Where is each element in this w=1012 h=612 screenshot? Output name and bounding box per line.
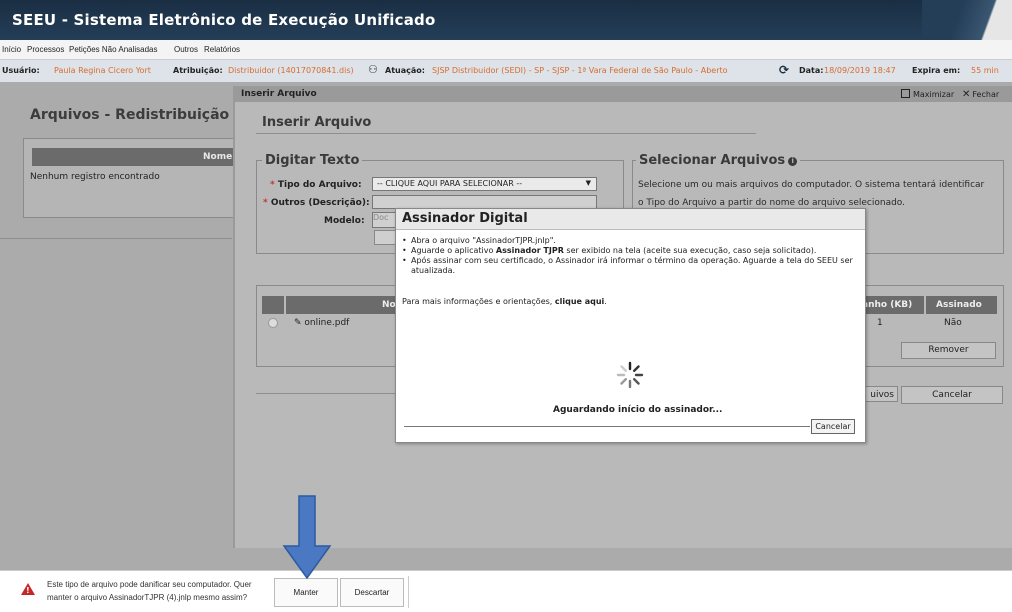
info-icon[interactable]: i (788, 157, 798, 166)
warning-mark: ! (26, 586, 30, 595)
divider (0, 238, 232, 239)
user-bar: Usuário: Paula Regina Cicero Yort Atribu… (0, 60, 1012, 82)
required-mark: * (263, 198, 268, 208)
more-info-suffix: . (604, 297, 607, 306)
assinador-cancel-button[interactable]: Cancelar (811, 419, 855, 434)
maximize-icon (901, 89, 910, 98)
instructions-list: Abra o arquivo "AssinadorTJPR.jnlp". Agu… (402, 236, 857, 276)
assinador-title: Assinador Digital (402, 211, 528, 226)
chevron-down-icon: ▼ (585, 179, 591, 187)
atribuicao-label: Atribuição: (173, 66, 223, 75)
file-assinado: Não (944, 318, 962, 328)
download-warning-text: Este tipo de arquivo pode danificar seu … (47, 580, 252, 602)
outros-label: * Outros (Descrição): (263, 198, 370, 208)
more-info-text: Para mais informações e orientações, (402, 297, 555, 306)
select-column-header (262, 296, 286, 314)
page-col-nome: Nome (203, 152, 233, 162)
divider (256, 133, 756, 134)
people-icon[interactable]: ⚇ (368, 63, 378, 76)
menu-item-inicio[interactable]: Início (2, 45, 21, 54)
required-mark: * (270, 180, 275, 190)
assinador-titlebar: Assinador Digital (396, 209, 865, 230)
tipo-arquivo-label: * Tipo do Arquivo: (270, 180, 362, 190)
menu-item-outros[interactable]: Outros (174, 45, 198, 54)
tipo-arquivo-value: -- CLIQUE AQUI PARA SELECIONAR -- (377, 179, 523, 188)
close-icon: ✕ (962, 89, 971, 100)
descartar-button[interactable]: Descartar (340, 578, 404, 607)
atuacao-value: SJSP Distribuidor (SEDI) - SP - SJSP - 1… (432, 66, 728, 75)
file-size: 1 (877, 318, 883, 328)
pencil-icon: ✎ (294, 318, 302, 328)
loading-spinner-icon (616, 361, 644, 389)
selecionar-description: Selecione um ou mais arquivos do computa… (638, 180, 985, 208)
close-button[interactable]: ✕ Fechar (962, 89, 999, 100)
modelo-label: Modelo: (324, 216, 365, 226)
column-separator (924, 296, 926, 314)
tipo-arquivo-select[interactable]: -- CLIQUE AQUI PARA SELECIONAR -- ▼ (372, 177, 597, 191)
maximize-button[interactable]: Maximizar (901, 89, 954, 99)
more-info: Para mais informações e orientações, cli… (402, 297, 607, 306)
menu-item-processos[interactable]: Processos (27, 45, 64, 54)
outros-input[interactable] (372, 195, 597, 209)
file-name: ✎ online.pdf (294, 318, 349, 328)
menu-bar: Início Processos Petições Não Analisadas… (0, 40, 1012, 60)
data-label: Data: (799, 66, 824, 75)
app-title: SEEU - Sistema Eletrônico de Execução Un… (12, 11, 436, 29)
cancelar-button[interactable]: Cancelar (901, 386, 1003, 404)
expira-label: Expira em: (912, 66, 961, 75)
data-value: 18/09/2019 18:47 (824, 66, 896, 75)
divider (404, 426, 810, 427)
dialog-heading: Inserir Arquivo (262, 115, 372, 130)
remover-button[interactable]: Remover (901, 342, 996, 359)
digitar-texto-legend: Digitar Texto (262, 153, 363, 168)
selecionar-arquivos-legend: Selecionar Arquivos i (636, 153, 801, 168)
waiting-message: Aguardando início do assinador... (553, 405, 723, 415)
instruction-item: Após assinar com seu certificado, o Assi… (402, 256, 857, 276)
close-label: Fechar (972, 90, 1000, 99)
maximize-label: Maximizar (913, 90, 955, 99)
menu-item-peticoes[interactable]: Petições Não Analisadas (69, 45, 158, 54)
refresh-icon[interactable]: ⟳ (779, 63, 789, 77)
row-radio[interactable] (268, 318, 278, 328)
col-header-tamanho: anho (KB) (862, 300, 913, 310)
atuacao-label: Atuação: (385, 66, 425, 75)
atribuicao-value: Distribuidor (14017070841.dis) (228, 66, 354, 75)
col-header-assinado: Assinado (936, 300, 982, 310)
file-name-text: online.pdf (304, 318, 350, 328)
instruction-item: Aguarde o aplicativo Assinador TJPR ser … (402, 246, 857, 256)
expira-value: 55 min (971, 66, 999, 75)
dialog-titlebar (233, 86, 1012, 102)
divider (256, 393, 396, 394)
instruction-item: Abra o arquivo "AssinadorTJPR.jnlp". (402, 236, 857, 246)
manter-button[interactable]: Manter (274, 578, 338, 607)
page-title: Arquivos - Redistribuição (30, 107, 230, 123)
selecionar-legend-text: Selecionar Arquivos (639, 153, 786, 168)
tipo-arquivo-text: Tipo do Arquivo: (277, 180, 362, 190)
divider (408, 576, 409, 608)
arrow-down-icon (282, 495, 332, 580)
outros-text: Outros (Descrição): (270, 198, 370, 208)
usuario-value: Paula Regina Cicero Yort (54, 66, 151, 75)
page-empty-message: Nenhum registro encontrado (30, 172, 160, 182)
usuario-label: Usuário: (2, 66, 40, 75)
clique-aqui-link[interactable]: clique aqui (555, 297, 604, 306)
dialog-title: Inserir Arquivo (241, 89, 317, 99)
header-decoration (922, 0, 1012, 40)
menu-item-relatorios[interactable]: Relatórios (204, 45, 240, 54)
